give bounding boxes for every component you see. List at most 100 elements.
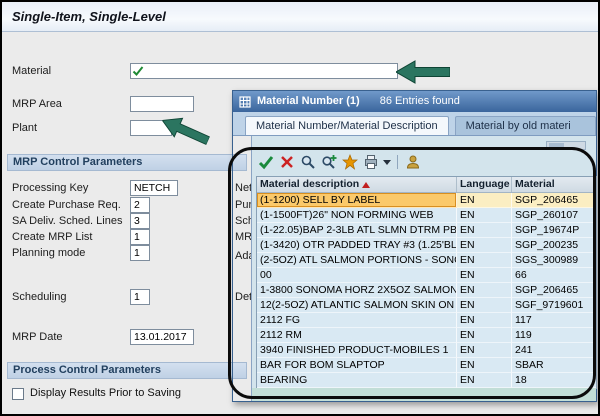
- cell-material: SGP_19674P: [512, 223, 596, 238]
- cell-language: EN: [457, 373, 512, 388]
- process-control-section-header: Process Control Parameters: [7, 362, 247, 379]
- table-row[interactable]: BEARING EN 18: [257, 373, 596, 388]
- cell-material: SGF_9719601: [512, 298, 596, 313]
- cell-language: EN: [457, 253, 512, 268]
- column-header-material[interactable]: Material: [512, 177, 596, 192]
- tab-material-by-old-material[interactable]: Material by old materi: [454, 116, 596, 135]
- table-row[interactable]: 2112 FG EN 117: [257, 313, 596, 328]
- mrp-date-label: MRP Date: [12, 331, 63, 343]
- table-row[interactable]: 2112 RM EN 119: [257, 328, 596, 343]
- mrp-control-section-header: MRP Control Parameters: [7, 154, 247, 171]
- field-row: Planning mode: [12, 245, 262, 261]
- mrp-area-input[interactable]: [130, 96, 194, 112]
- table-row[interactable]: 12(2-5OZ) ATLANTIC SALMON SKIN ON EN SGF…: [257, 298, 596, 313]
- popup-titlebar[interactable]: Material Number (1) 86 Entries found: [233, 91, 596, 112]
- mrp-date-input[interactable]: [130, 329, 194, 345]
- toolbar-divider: [397, 155, 398, 169]
- table-row[interactable]: (1-3420) OTR PADDED TRAY #3 (1.25'BLK) E…: [257, 238, 596, 253]
- cell-material: SGP_200235: [512, 238, 596, 253]
- scrollbar-thumb[interactable]: [549, 143, 564, 148]
- table-row[interactable]: 1-3800 SONOMA HORZ 2X5OZ SALMON SKON EN …: [257, 283, 596, 298]
- create-purchase-req-label: Create Purchase Req.: [12, 199, 121, 211]
- sort-ascending-icon: [362, 181, 371, 188]
- header-label: Language: [460, 178, 510, 190]
- sa-deliv-sched-lines-label: SA Deliv. Sched. Lines: [12, 215, 123, 227]
- popup-body: Material description Language Material (…: [251, 136, 597, 401]
- table-row[interactable]: 3940 FINISHED PRODUCT-MOBILES 1 EN 241: [257, 343, 596, 358]
- table-header-row: Material description Language Material: [257, 177, 596, 193]
- header-label: Material: [515, 178, 555, 190]
- scheduling-input[interactable]: [130, 289, 150, 305]
- display-results-label: Display Results Prior to Saving: [30, 387, 182, 399]
- mrp-area-label: MRP Area: [12, 98, 62, 110]
- processing-key-input[interactable]: [130, 180, 178, 196]
- field-row: Create Purchase Req.: [12, 197, 262, 213]
- results-table: Material description Language Material (…: [256, 176, 597, 389]
- personal-value-list-icon[interactable]: [404, 153, 422, 171]
- field-row: Processing Key: [12, 180, 262, 196]
- cell-language: EN: [457, 208, 512, 223]
- cell-language: EN: [457, 238, 512, 253]
- header-label: Material description: [260, 178, 360, 190]
- check-icon: [132, 65, 144, 80]
- column-header-material-description[interactable]: Material description: [257, 177, 457, 192]
- print-icon[interactable]: [362, 153, 380, 171]
- popup-tabstrip: Material Number/Material Description Mat…: [233, 112, 596, 136]
- column-header-language[interactable]: Language: [457, 177, 512, 192]
- table-row[interactable]: 00 EN 66: [257, 268, 596, 283]
- cell-language: EN: [457, 358, 512, 373]
- cell-language: EN: [457, 343, 512, 358]
- cell-material-description: BAR FOR BOM SLAPTOP: [257, 358, 457, 373]
- cell-material: SGP_206465: [512, 193, 596, 208]
- tab-material-number-description[interactable]: Material Number/Material Description: [245, 116, 449, 135]
- horizontal-scrollbar[interactable]: [546, 141, 586, 150]
- annotation-arrow-material: [396, 60, 450, 84]
- material-row: Material: [12, 63, 398, 80]
- cell-material: SBAR: [512, 358, 596, 373]
- cell-material: 117: [512, 313, 596, 328]
- table-row[interactable]: (1-1200) SELL BY LABEL EN SGP_206465: [257, 193, 596, 208]
- window-titlebar: Single-Item, Single-Level: [2, 2, 598, 32]
- accept-icon[interactable]: [257, 153, 275, 171]
- cell-language: EN: [457, 298, 512, 313]
- cell-material-description: (2-5OZ) ATL SALMON PORTIONS - SONOMA: [257, 253, 457, 268]
- planning-mode-label: Planning mode: [12, 247, 86, 259]
- cell-material-description: BEARING: [257, 373, 457, 388]
- cell-material: SGS_300989: [512, 253, 596, 268]
- cell-material: 18: [512, 373, 596, 388]
- annotation-arrow-plant: [161, 117, 211, 146]
- mrp-area-row: MRP Area: [12, 96, 262, 112]
- create-mrp-list-label: Create MRP List: [12, 231, 93, 243]
- sap-window: Single-Item, Single-Level Material MRP A…: [0, 0, 600, 416]
- table-row[interactable]: BAR FOR BOM SLAPTOP EN SBAR: [257, 358, 596, 373]
- find-icon[interactable]: [299, 153, 317, 171]
- table-grid-icon: [238, 95, 251, 108]
- material-input[interactable]: [130, 63, 398, 79]
- table-row[interactable]: (1-22.05)BAP 2-3LB ATL SLMN DTRM PBO VP …: [257, 223, 596, 238]
- cell-material-description: 2112 RM: [257, 328, 457, 343]
- star-icon[interactable]: [341, 153, 359, 171]
- cell-language: EN: [457, 268, 512, 283]
- cancel-icon[interactable]: [278, 153, 296, 171]
- popup-title: Material Number (1): [257, 95, 360, 107]
- field-row: Create MRP List: [12, 229, 262, 245]
- cell-material: 241: [512, 343, 596, 358]
- cell-language: EN: [457, 223, 512, 238]
- cell-material-description: (1-3420) OTR PADDED TRAY #3 (1.25'BLK): [257, 238, 457, 253]
- display-results-checkbox[interactable]: [12, 388, 24, 400]
- print-menu-icon[interactable]: [383, 159, 391, 165]
- create-mrp-list-input[interactable]: [130, 229, 150, 245]
- cell-material: 119: [512, 328, 596, 343]
- cell-material-description: (1-1500FT)26" NON FORMING WEB: [257, 208, 457, 223]
- table-row[interactable]: (1-1500FT)26" NON FORMING WEB EN SGP_260…: [257, 208, 596, 223]
- popup-toolbar: [257, 152, 422, 172]
- find-next-icon[interactable]: [320, 153, 338, 171]
- sa-deliv-sched-lines-input[interactable]: [130, 213, 150, 229]
- cell-material-description: 1-3800 SONOMA HORZ 2X5OZ SALMON SKON: [257, 283, 457, 298]
- section-title: Process Control Parameters: [13, 364, 161, 376]
- table-row[interactable]: (2-5OZ) ATL SALMON PORTIONS - SONOMA EN …: [257, 253, 596, 268]
- planning-mode-input[interactable]: [130, 245, 150, 261]
- cell-material-description: (1-22.05)BAP 2-3LB ATL SLMN DTRM PBO VP: [257, 223, 457, 238]
- cell-material: 66: [512, 268, 596, 283]
- create-purchase-req-input[interactable]: [130, 197, 150, 213]
